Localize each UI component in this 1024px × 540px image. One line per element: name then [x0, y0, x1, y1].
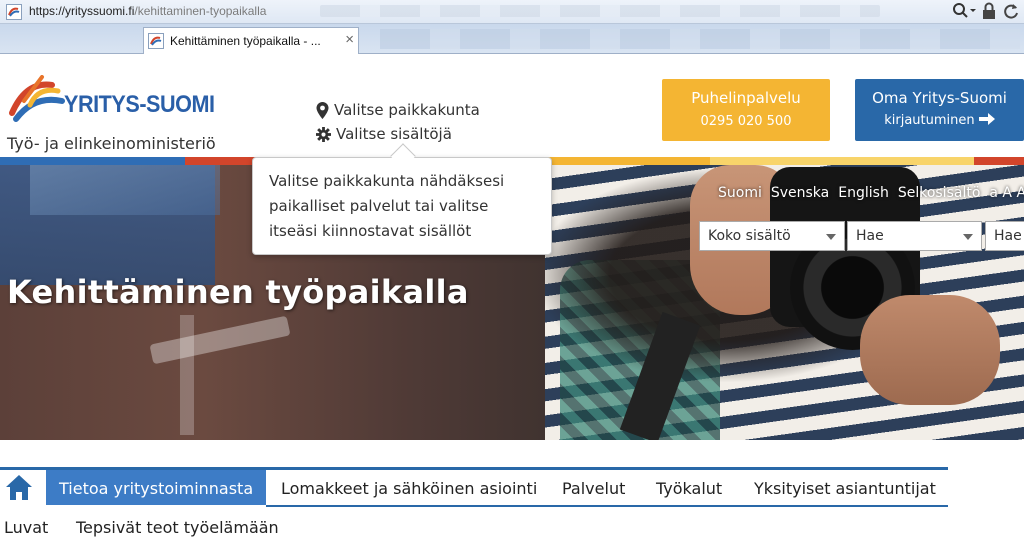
search-input[interactable]: Hae [847, 221, 982, 251]
home-icon[interactable] [4, 472, 34, 502]
nav-item-palvelut[interactable]: Palvelut [562, 479, 625, 498]
close-icon[interactable]: × [345, 31, 354, 48]
tab-favicon-icon [148, 33, 164, 49]
phone-service-title: Puhelinpalvelu [691, 89, 801, 107]
nav-item-yksityiset-asiantuntijat[interactable]: Yksityiset asiantuntijat [754, 479, 936, 498]
search-scope-select[interactable]: Koko sisältö [699, 221, 845, 251]
page-title: Kehittäminen työpaikalla [7, 273, 469, 311]
search-placeholder: Hae [856, 228, 884, 244]
search-scope-value: Koko sisältö [708, 228, 791, 244]
hero-background-post [180, 315, 194, 435]
stripe-segment [540, 157, 710, 165]
nav-item-tietoa-yritystoiminnasta[interactable]: Tietoa yritystoiminnasta [46, 470, 266, 505]
hero-background-roof [30, 165, 220, 215]
search-button-label: Hae [994, 228, 1022, 244]
tooltip-line: paikalliset palvelut tai valitse [269, 197, 489, 215]
stripe-segment [974, 157, 1024, 165]
tooltip-line: Valitse paikkakunta nähdäksesi [269, 172, 505, 190]
choose-location-link[interactable]: Valitse paikkakunta [316, 101, 480, 119]
main-navigation: Tietoa yritystoiminnasta Lomakkeet ja sä… [0, 467, 1024, 540]
phone-service-button[interactable]: Puhelinpalvelu 0295 020 500 [662, 79, 830, 141]
site-header: YRITYS-SUOMI Työ- ja elinkeinoministeriö… [0, 55, 1024, 157]
hero-background-rail [149, 315, 291, 365]
content-tooltip: Valitse paikkakunta nähdäksesi paikallis… [252, 157, 552, 255]
nav-item-tepsivat-teot[interactable]: Tepsivät teot työelämään [76, 518, 279, 537]
hero-photo-hand-right [860, 295, 1000, 405]
blurred-bookmarks [320, 5, 880, 17]
site-favicon-icon [6, 4, 22, 20]
tooltip-line: itseäsi kiinnostavat sisällöt [269, 222, 472, 240]
nav-item-luvat[interactable]: Luvat [4, 518, 48, 537]
lang-english[interactable]: English [838, 185, 889, 201]
login-label: kirjautuminen [884, 113, 975, 128]
nav-item-tyokalut[interactable]: Työkalut [656, 479, 722, 498]
url-text[interactable]: https://yrityssuomi.fi/kehittaminen-tyop… [29, 4, 266, 18]
browser-window: https://yrityssuomi.fi/kehittaminen-tyop… [0, 0, 1024, 540]
tab-bar: Kehittäminen työpaikalla - ... × [0, 24, 1024, 54]
blurred-tabs [380, 29, 1020, 49]
lock-icon[interactable] [982, 2, 996, 20]
choose-location-label: Valitse paikkakunta [334, 101, 480, 119]
nav-underline [266, 505, 948, 507]
choose-content-label: Valitse sisältöjä [336, 125, 452, 143]
arrow-right-icon [978, 113, 995, 125]
chevron-down-icon [963, 234, 973, 240]
lang-selkosisalto[interactable]: Selkosisältö [898, 185, 981, 201]
address-bar[interactable]: https://yrityssuomi.fi/kehittaminen-tyop… [0, 0, 1024, 24]
stripe-segment [710, 157, 974, 165]
my-account-subtitle: kirjautuminen [855, 113, 1024, 128]
gear-icon [316, 126, 331, 142]
address-tools [952, 2, 1020, 20]
stripe-segment [0, 157, 185, 165]
tab-active[interactable]: Kehittäminen työpaikalla - ... × [143, 27, 359, 54]
ministry-name: Työ- ja elinkeinoministeriö [7, 134, 216, 153]
map-pin-icon [316, 101, 329, 119]
phone-service-number: 0295 020 500 [700, 114, 792, 129]
chevron-down-icon [826, 234, 836, 240]
url-host: https://yrityssuomi.fi [29, 4, 135, 18]
choose-content-link[interactable]: Valitse sisältöjä [316, 125, 452, 143]
url-path: /kehittaminen-tyopaikalla [134, 4, 267, 18]
search-icon[interactable] [952, 2, 976, 20]
search-button[interactable]: Hae [985, 221, 1024, 251]
my-account-title: Oma Yritys-Suomi [872, 89, 1007, 107]
tab-title: Kehittäminen työpaikalla - ... [170, 34, 321, 48]
my-account-button[interactable]: Oma Yritys-Suomi kirjautuminen [855, 79, 1024, 141]
logo-text[interactable]: YRITYS-SUOMI [64, 91, 215, 119]
refresh-icon[interactable] [1002, 2, 1020, 20]
lang-svenska[interactable]: Svenska [771, 185, 829, 201]
font-size-controls[interactable]: a A A+ [989, 185, 1024, 201]
nav-item-lomakkeet[interactable]: Lomakkeet ja sähköinen asiointi [281, 479, 537, 498]
lang-suomi[interactable]: Suomi [718, 185, 762, 201]
language-switcher: Suomi Svenska English Selkosisältö a A A… [718, 185, 1024, 201]
